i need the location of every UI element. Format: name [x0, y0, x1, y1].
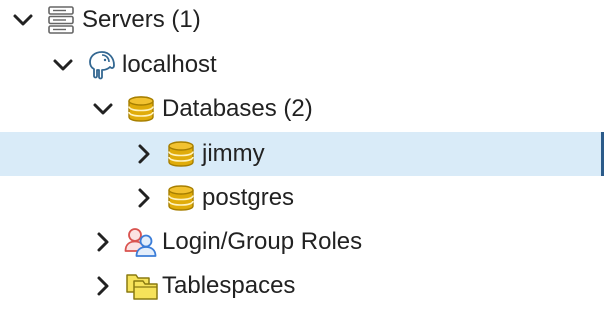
- postgres-elephant-icon: [86, 43, 118, 87]
- database-icon: [166, 176, 196, 220]
- tree-node-login-group-roles[interactable]: Login/Group Roles: [0, 220, 604, 264]
- tree-node-label: Tablespaces: [162, 272, 296, 299]
- chevron-right-icon[interactable]: [92, 220, 114, 264]
- tree-node-label: Login/Group Roles: [162, 228, 363, 255]
- tree-node-databases[interactable]: Databases (2): [0, 87, 604, 131]
- chevron-down-icon[interactable]: [92, 87, 114, 131]
- tablespaces-icon: [125, 264, 159, 308]
- tree-node-label: Databases (2): [162, 95, 313, 122]
- chevron-right-icon[interactable]: [133, 132, 155, 176]
- object-browser-tree: Servers (1) localhost Databases (2) jimm…: [0, 0, 604, 332]
- tree-node-label: jimmy: [202, 140, 265, 167]
- roles-icon: [124, 220, 158, 264]
- tree-node-label: Servers (1): [82, 6, 201, 33]
- chevron-right-icon[interactable]: [133, 176, 155, 220]
- tree-node-database-postgres[interactable]: postgres: [0, 176, 604, 220]
- databases-icon: [126, 87, 156, 131]
- tree-node-localhost[interactable]: localhost: [0, 43, 604, 87]
- tree-node-database-jimmy[interactable]: jimmy: [0, 132, 604, 176]
- chevron-down-icon[interactable]: [12, 0, 34, 42]
- chevron-right-icon[interactable]: [92, 264, 114, 308]
- tree-node-tablespaces[interactable]: Tablespaces: [0, 264, 604, 308]
- chevron-down-icon[interactable]: [52, 43, 74, 87]
- tree-node-label: localhost: [122, 51, 217, 78]
- tree-node-label: postgres: [202, 184, 295, 211]
- tree-node-servers[interactable]: Servers (1): [0, 0, 604, 42]
- server-icon: [46, 0, 76, 42]
- database-icon: [166, 132, 196, 176]
